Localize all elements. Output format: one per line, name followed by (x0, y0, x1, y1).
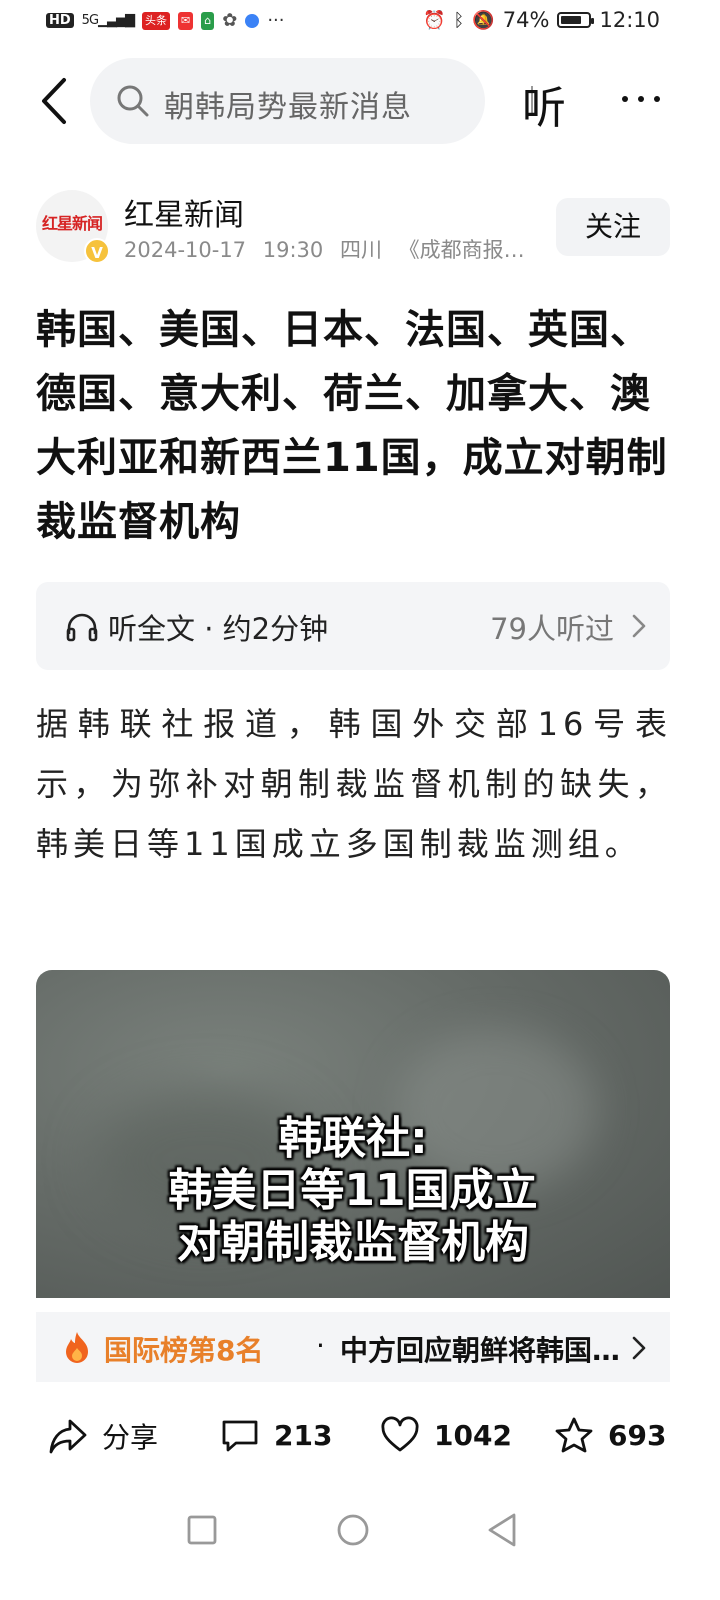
chevron-right-icon (632, 1336, 646, 1360)
back-triangle-icon[interactable] (486, 1512, 518, 1548)
comment-count: 213 (274, 1418, 333, 1452)
listen-button[interactable]: 听 (522, 72, 566, 136)
network-type: 5G (81, 13, 99, 28)
flame-icon (66, 1332, 88, 1363)
home-circle-icon[interactable] (336, 1513, 370, 1547)
more-dot-icon (654, 96, 660, 102)
browser-icon (245, 13, 260, 28)
search-bar[interactable]: 朝韩局势最新消息 (90, 58, 533, 144)
wechat-icon: ✿ (222, 10, 238, 31)
battery-percent: 74% (502, 8, 550, 32)
toutiao-app-icon: 头条 (142, 11, 171, 30)
headphones-icon (66, 613, 98, 642)
rank-headline: 中方回应朝鲜将韩国定为敌对国家 (340, 1334, 646, 1367)
alarm-icon: ⏰ (423, 9, 446, 31)
heart-icon (381, 1416, 419, 1452)
back-button[interactable] (36, 76, 76, 126)
listen-count: 79人听过 (490, 612, 614, 646)
chevron-right-icon (632, 614, 646, 638)
like-button[interactable]: 1042 (380, 1416, 512, 1454)
video-caption-line: 韩联社: (278, 1113, 428, 1164)
publish-location: 四川 (339, 238, 382, 262)
author-name[interactable]: 红星新闻 (124, 190, 244, 234)
comment-icon (222, 1420, 258, 1452)
like-count: 1042 (434, 1418, 512, 1452)
video-caption-line: 对朝制裁监督机构 (177, 1217, 529, 1268)
action-bar: 分享 213 1042 693 (0, 1400, 720, 1472)
verified-badge-icon: V (84, 238, 110, 264)
favorite-button[interactable]: 693 (554, 1416, 666, 1454)
status-left: HD 5G▁▃▅▇ 头条 ✉ ⌂ ✿ ··· (46, 10, 285, 31)
hot-rank-bar[interactable]: 国际榜第8名 · 中方回应朝鲜将韩国定为敌对国家 (36, 1312, 670, 1382)
share-label: 分享 (102, 1421, 159, 1454)
signal-5g-icon: 5G▁▃▅▇ (81, 13, 135, 28)
share-icon (49, 1419, 87, 1454)
star-icon (555, 1417, 593, 1453)
favorite-count: 693 (608, 1418, 667, 1452)
article-body: 据韩联社报道，韩国外交部16号表示，为弥补对朝制裁监督机制的缺失，韩美日等11国… (36, 705, 672, 863)
share-button[interactable]: 分享 (48, 1416, 158, 1456)
bluetooth-icon: ᛒ (453, 9, 465, 31)
article-title: 韩国、美国、日本、法国、英国、德国、意大利、荷兰、加拿大、澳大利亚和新西兰11国… (36, 307, 668, 545)
hd-indicator: HD (46, 13, 74, 28)
publish-time: 19:30 (262, 238, 324, 262)
rank-label: 国际榜第8名 (104, 1334, 264, 1367)
article-source: 《成都商报… (398, 238, 525, 262)
rank-separator: · (316, 1329, 325, 1362)
publish-date: 2024-10-17 (124, 238, 247, 262)
search-icon (117, 85, 149, 117)
listen-card-label: 听全文 · 约2分钟 (108, 612, 329, 646)
listen-full-text-card[interactable]: 听全文 · 约2分钟 79人听过 (36, 582, 670, 670)
status-right: ⏰ ᛒ 🔕 74% 12:10 (423, 8, 660, 32)
system-nav-bar (0, 1500, 720, 1560)
avatar-logo: 红星新闻 (42, 214, 103, 233)
author-avatar[interactable]: 红星新闻 V (36, 190, 110, 264)
search-query: 朝韩局势最新消息 (164, 90, 412, 125)
home-app-icon: ⌂ (201, 11, 215, 30)
more-notifications-icon: ··· (267, 10, 285, 31)
chevron-left-icon (42, 78, 66, 124)
notification-app-icon: ✉ (178, 11, 194, 30)
video-caption-line: 韩美日等11国成立 (168, 1165, 538, 1216)
article-video[interactable]: 韩联社: 韩美日等11国成立 对朝制裁监督机构 (36, 970, 670, 1298)
article-meta: 2024-10-17 19:30 四川 《成都商报… (124, 234, 535, 264)
mute-icon: 🔕 (472, 9, 495, 31)
comment-button[interactable]: 213 (220, 1416, 332, 1454)
recents-square-icon[interactable] (186, 1514, 218, 1546)
status-bar: HD 5G▁▃▅▇ 头条 ✉ ⌂ ✿ ··· ⏰ ᛒ 🔕 74% 12:10 (0, 0, 720, 46)
more-options-button[interactable] (622, 96, 660, 102)
more-dot-icon (622, 96, 628, 102)
more-dot-icon (638, 96, 644, 102)
battery-icon (557, 12, 595, 28)
follow-button[interactable]: 关注 (556, 198, 670, 256)
clock: 12:10 (599, 8, 660, 32)
